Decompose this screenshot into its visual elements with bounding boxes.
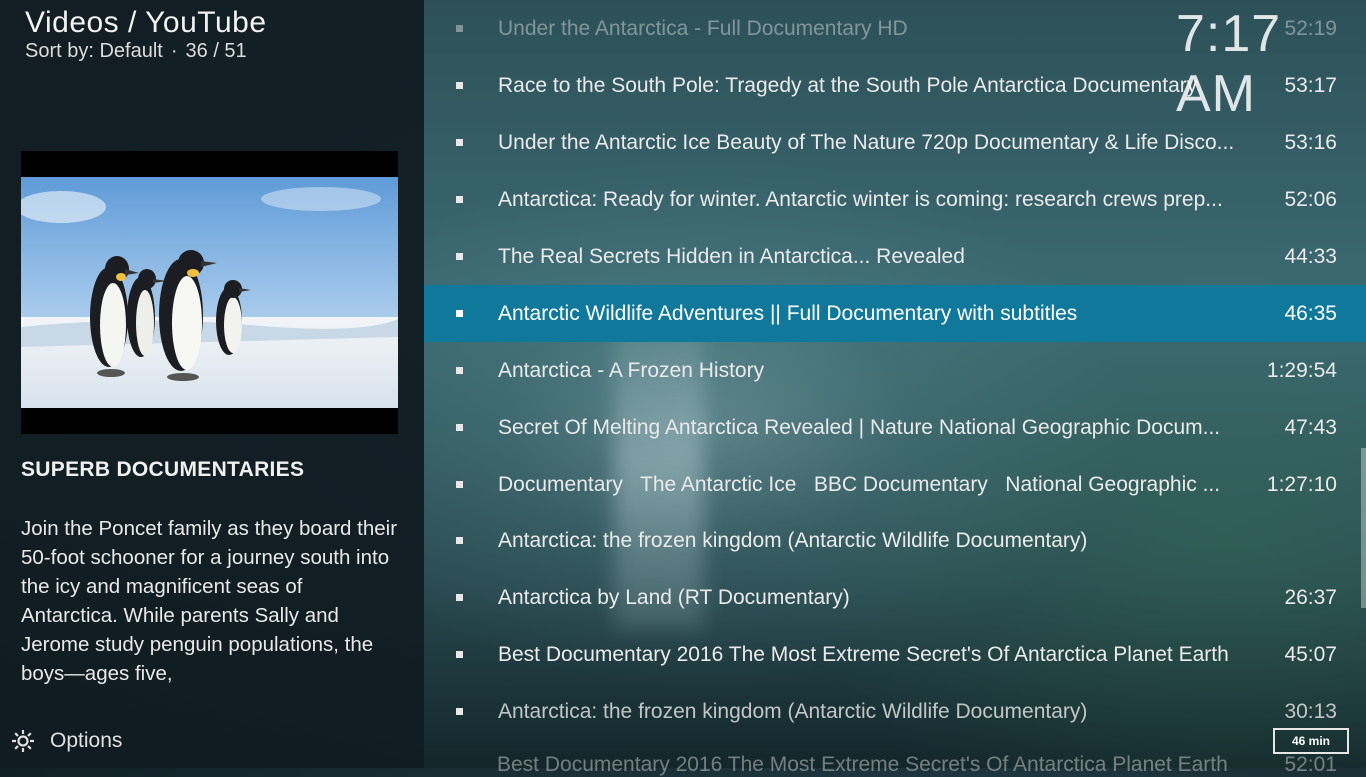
item-duration: 47:43	[1284, 415, 1337, 439]
bullet-icon	[456, 139, 463, 146]
item-title: Antarctic Wildlife Adventures || Full Do…	[498, 301, 1078, 325]
item-duration: 53:16	[1284, 130, 1337, 154]
bullet-icon	[456, 651, 463, 658]
plot-title: SUPERB DOCUMENTARIES	[21, 458, 305, 481]
options-button[interactable]: Options	[10, 726, 122, 756]
item-position: 36 / 51	[185, 40, 247, 62]
item-title: Antarctica: the frozen kingdom (Antarcti…	[498, 528, 1088, 552]
item-title: Antarctica: the frozen kingdom (Antarcti…	[498, 699, 1088, 723]
item-title: Documentary The Antarctic Ice BBC Docume…	[498, 472, 1221, 496]
list-item[interactable]: Antarctica - A Frozen History 1:29:54	[424, 342, 1366, 399]
page-title: Videos / YouTube	[25, 6, 267, 39]
options-label: Options	[50, 729, 123, 752]
bullet-icon	[456, 310, 463, 317]
sort-label[interactable]: Sort by: Default	[25, 40, 163, 62]
item-title: The Real Secrets Hidden in Antarctica...…	[498, 244, 965, 268]
item-title: Antarctica - A Frozen History	[498, 358, 765, 382]
list-item[interactable]: Antarctica: the frozen kingdom (Antarcti…	[424, 512, 1366, 569]
bullet-icon	[456, 537, 463, 544]
item-duration: 52:01	[1284, 753, 1337, 776]
duration-badge: 46 min	[1273, 728, 1349, 754]
item-title: Secret Of Melting Antarctica Revealed | …	[498, 415, 1221, 439]
sort-info: Sort by: Default · 36 / 51	[25, 40, 247, 63]
item-duration: 45:07	[1284, 642, 1337, 666]
video-thumbnail	[21, 151, 398, 434]
item-title: Antarctica: Ready for winter. Antarctic …	[498, 187, 1223, 211]
item-duration: 1:29:54	[1266, 358, 1337, 382]
gear-icon	[12, 730, 34, 752]
bullet-icon	[456, 594, 463, 601]
list-item[interactable]: Best Documentary 2016 The Most Extreme S…	[424, 735, 1366, 776]
bullet-icon	[456, 196, 463, 203]
bullet-icon	[456, 25, 463, 32]
list-item[interactable]: Antarctica: the frozen kingdom (Antarcti…	[424, 683, 1366, 740]
list-item[interactable]: Best Documentary 2016 The Most Extreme S…	[424, 626, 1366, 683]
plot-text: Join the Poncet family as they board the…	[21, 517, 398, 685]
bullet-icon	[456, 424, 463, 431]
list-item[interactable]: Documentary The Antarctic Ice BBC Docume…	[424, 456, 1366, 513]
list-item[interactable]: Antarctica by Land (RT Documentary) 26:3…	[424, 569, 1366, 626]
item-duration: 1:27:10	[1266, 472, 1337, 496]
item-duration: 52:06	[1284, 187, 1337, 211]
separator: ·	[170, 40, 178, 62]
item-title: Best Documentary 2016 The Most Extreme S…	[498, 642, 1229, 666]
item-duration: 30:13	[1284, 699, 1337, 723]
list-item[interactable]: The Real Secrets Hidden in Antarctica...…	[424, 228, 1366, 285]
item-title: Under the Antarctica - Full Documentary …	[498, 16, 908, 40]
list-item[interactable]: Secret Of Melting Antarctica Revealed | …	[424, 399, 1366, 456]
list-item-selected[interactable]: Antarctic Wildlife Adventures || Full Do…	[424, 285, 1366, 342]
scrollbar[interactable]	[1361, 448, 1366, 608]
bullet-icon	[456, 708, 463, 715]
item-duration: 46:35	[1284, 301, 1337, 325]
bullet-icon	[456, 253, 463, 260]
item-duration: 26:37	[1284, 585, 1337, 609]
bullet-icon	[456, 82, 463, 89]
item-title: Under the Antarctic Ice Beauty of The Na…	[498, 130, 1235, 154]
bullet-icon	[456, 481, 463, 488]
clock: 7:17 AM	[1176, 5, 1282, 123]
bullet-icon	[456, 367, 463, 374]
list-item[interactable]: Antarctica: Ready for winter. Antarctic …	[424, 171, 1366, 228]
item-duration: 44:33	[1284, 244, 1337, 268]
item-title: Antarctica by Land (RT Documentary)	[498, 585, 850, 609]
info-panel: Videos / YouTube Sort by: Default · 36 / 5…	[0, 0, 424, 768]
item-title: Race to the South Pole: Tragedy at the S…	[498, 73, 1198, 97]
item-title: Best Documentary 2016 The Most Extreme S…	[497, 753, 1228, 776]
penguin-thumbnail	[21, 177, 398, 408]
